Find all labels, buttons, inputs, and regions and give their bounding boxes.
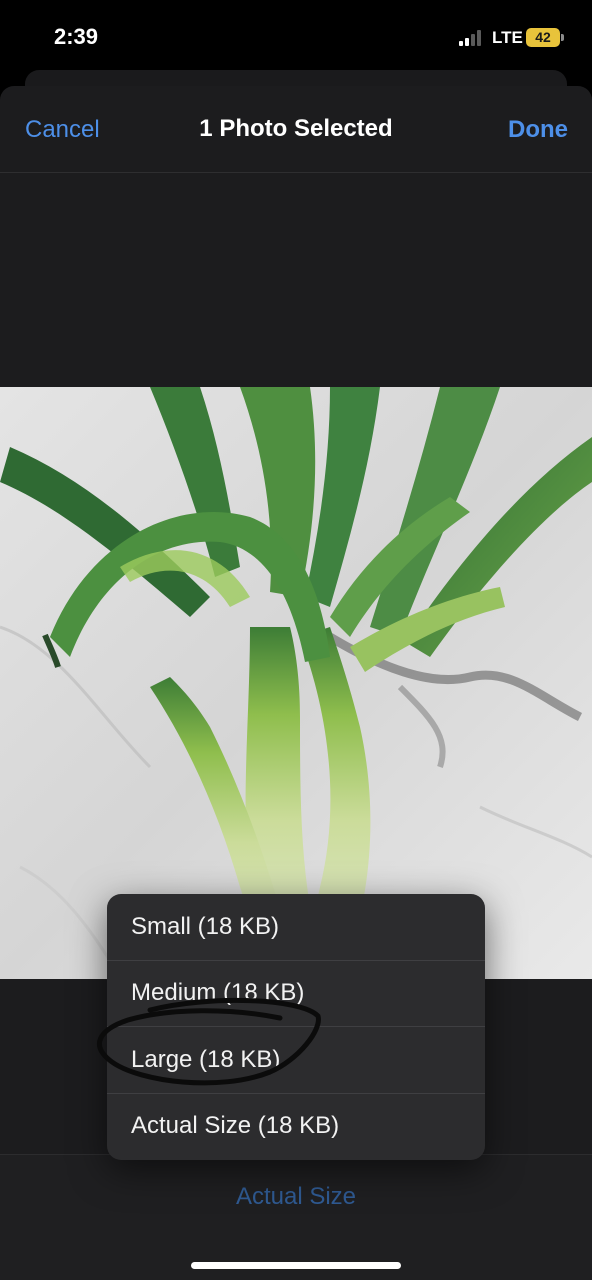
battery-icon: 42: [526, 28, 560, 47]
selected-photo: [0, 387, 592, 979]
menu-item-label: Medium (18 KB): [131, 979, 305, 1006]
status-bar: 2:39 LTE 42: [0, 0, 592, 72]
battery-tip: [561, 34, 564, 41]
menu-item-label: Large (18 KB): [131, 1046, 281, 1073]
image-size-button[interactable]: Actual Size: [0, 1183, 592, 1211]
nav-bar: Cancel 1 Photo Selected Done: [0, 86, 592, 173]
status-time: 2:39: [54, 24, 99, 49]
home-indicator: [191, 1262, 401, 1269]
menu-item-label: Small (18 KB): [131, 913, 280, 940]
done-button[interactable]: Done: [508, 116, 568, 144]
cellular-signal-icon: [459, 30, 487, 46]
page-title: 1 Photo Selected: [199, 115, 393, 142]
menu-item-medium[interactable]: Medium (18 KB): [107, 960, 485, 1027]
network-type: LTE: [492, 28, 523, 47]
menu-item-label: Actual Size (18 KB): [131, 1112, 340, 1139]
image-size-menu: Small (18 KB) Medium (18 KB) Large (18 K…: [107, 894, 485, 1160]
menu-item-small[interactable]: Small (18 KB): [107, 894, 485, 961]
menu-item-actual-size[interactable]: Actual Size (18 KB): [107, 1093, 485, 1159]
menu-item-large[interactable]: Large (18 KB): [107, 1027, 485, 1094]
